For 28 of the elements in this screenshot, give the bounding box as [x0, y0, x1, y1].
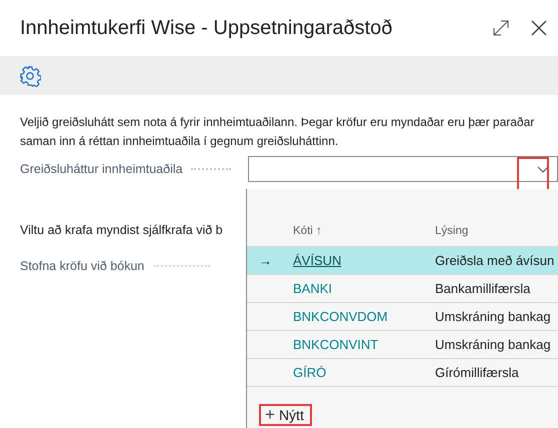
- description-cell: Umskráning bankag: [435, 337, 551, 352]
- payment-method-field[interactable]: [248, 156, 558, 182]
- field-label: Stofna kröfu við bókun: [20, 259, 144, 273]
- new-button[interactable]: + Nýtt: [259, 404, 312, 426]
- code-link[interactable]: BANKI: [293, 281, 332, 296]
- field-label: Greiðsluháttur innheimtuaðila: [20, 162, 183, 176]
- description-cell: Umskráning bankag: [435, 309, 551, 324]
- settings-icon[interactable]: [19, 64, 41, 86]
- list-row[interactable]: → ÁVÍSUN Greiðsla með ávísun: [247, 247, 558, 275]
- close-icon[interactable]: [530, 19, 548, 37]
- intro-text: Veljið greiðsluhátt sem nota á fyrir innheimtuaðilann. Þegar kröfur eru myndaðar eru þær paraðar saman inn á réttan innheimtuaðila í gegnum greiðsluháttinn.: [19, 114, 536, 150]
- description-cell: Gírómillifærsla: [435, 365, 519, 380]
- code-link[interactable]: BNKCONVDOM: [293, 309, 388, 324]
- expand-icon[interactable]: [492, 19, 510, 37]
- column-header[interactable]: Kóti ↑: [287, 225, 435, 237]
- code-link[interactable]: ÁVÍSUN: [293, 253, 342, 268]
- column-header[interactable]: Lýsing: [435, 225, 468, 237]
- list-row[interactable]: BNKCONVDOM Umskráning bankag: [247, 303, 558, 331]
- code-link[interactable]: BNKCONVINT: [293, 337, 378, 352]
- list-row[interactable]: BANKI Bankamillifærsla: [247, 275, 558, 303]
- list-row[interactable]: GÍRÓ Gírómillifærsla: [247, 359, 558, 387]
- question-text: Viltu að krafa myndist sjálfkrafa við b: [20, 223, 223, 237]
- row-marker: →: [259, 253, 272, 268]
- code-link[interactable]: GÍRÓ: [293, 365, 326, 380]
- list-row[interactable]: BNKCONVINT Umskráning bankag: [247, 331, 558, 359]
- description-cell: Bankamillifærsla: [435, 281, 530, 296]
- window-title: Innheimtukerfi Wise - Uppsetningaraðstoð: [20, 16, 394, 40]
- description-cell: Greiðsla með ávísun: [435, 253, 554, 268]
